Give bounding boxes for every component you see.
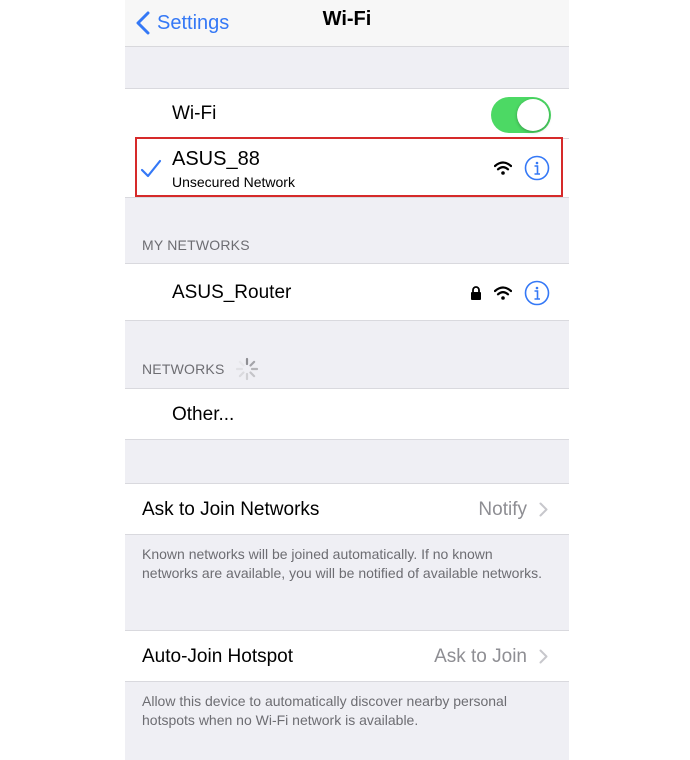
my-network-row[interactable]: ASUS_Router (125, 263, 569, 321)
spinner-icon (235, 357, 259, 381)
page-title: Wi-Fi (322, 8, 372, 30)
auto-join-label: Auto-Join Hotspot (142, 646, 294, 667)
ask-to-join-footer: Known networks will be joined automatica… (142, 546, 542, 581)
wifi-toggle[interactable] (491, 97, 551, 133)
my-networks-header: MY NETWORKS (142, 237, 250, 253)
wifi-label: Wi-Fi (172, 103, 217, 124)
auto-join-hotspot-row[interactable]: Auto-Join Hotspot Ask to Join (125, 630, 569, 682)
checkmark-icon (140, 159, 162, 178)
wifi-group: Wi-Fi ASUS_88 Unsecured Network (125, 88, 569, 198)
auto-join-footer: Allow this device to automatically disco… (142, 693, 507, 728)
other-network-row[interactable]: Other... (125, 388, 569, 440)
ask-to-join-label: Ask to Join Networks (142, 499, 320, 520)
chevron-right-icon (539, 649, 548, 664)
navigation-bar: Settings Wi-Fi (125, 0, 569, 47)
info-icon[interactable] (524, 155, 550, 181)
wifi-settings-screen: Settings Wi-Fi Wi-Fi ASUS_88 Unsecured N… (125, 0, 569, 760)
connected-network-row[interactable]: ASUS_88 Unsecured Network (125, 139, 569, 197)
chevron-right-icon (539, 502, 548, 517)
networks-header: NETWORKS (142, 361, 225, 377)
other-label: Other... (172, 404, 235, 425)
lock-icon (471, 286, 481, 300)
wifi-icon (494, 286, 512, 300)
ask-to-join-row[interactable]: Ask to Join Networks Notify (125, 483, 569, 535)
toggle-knob (517, 99, 549, 131)
wifi-icon (494, 161, 512, 175)
network-ssid: ASUS_Router (172, 282, 292, 303)
connected-subtitle: Unsecured Network (172, 174, 295, 190)
ask-to-join-value: Notify (478, 499, 527, 520)
connected-ssid: ASUS_88 (172, 148, 260, 170)
auto-join-value: Ask to Join (434, 646, 527, 667)
info-icon[interactable] (524, 280, 550, 306)
